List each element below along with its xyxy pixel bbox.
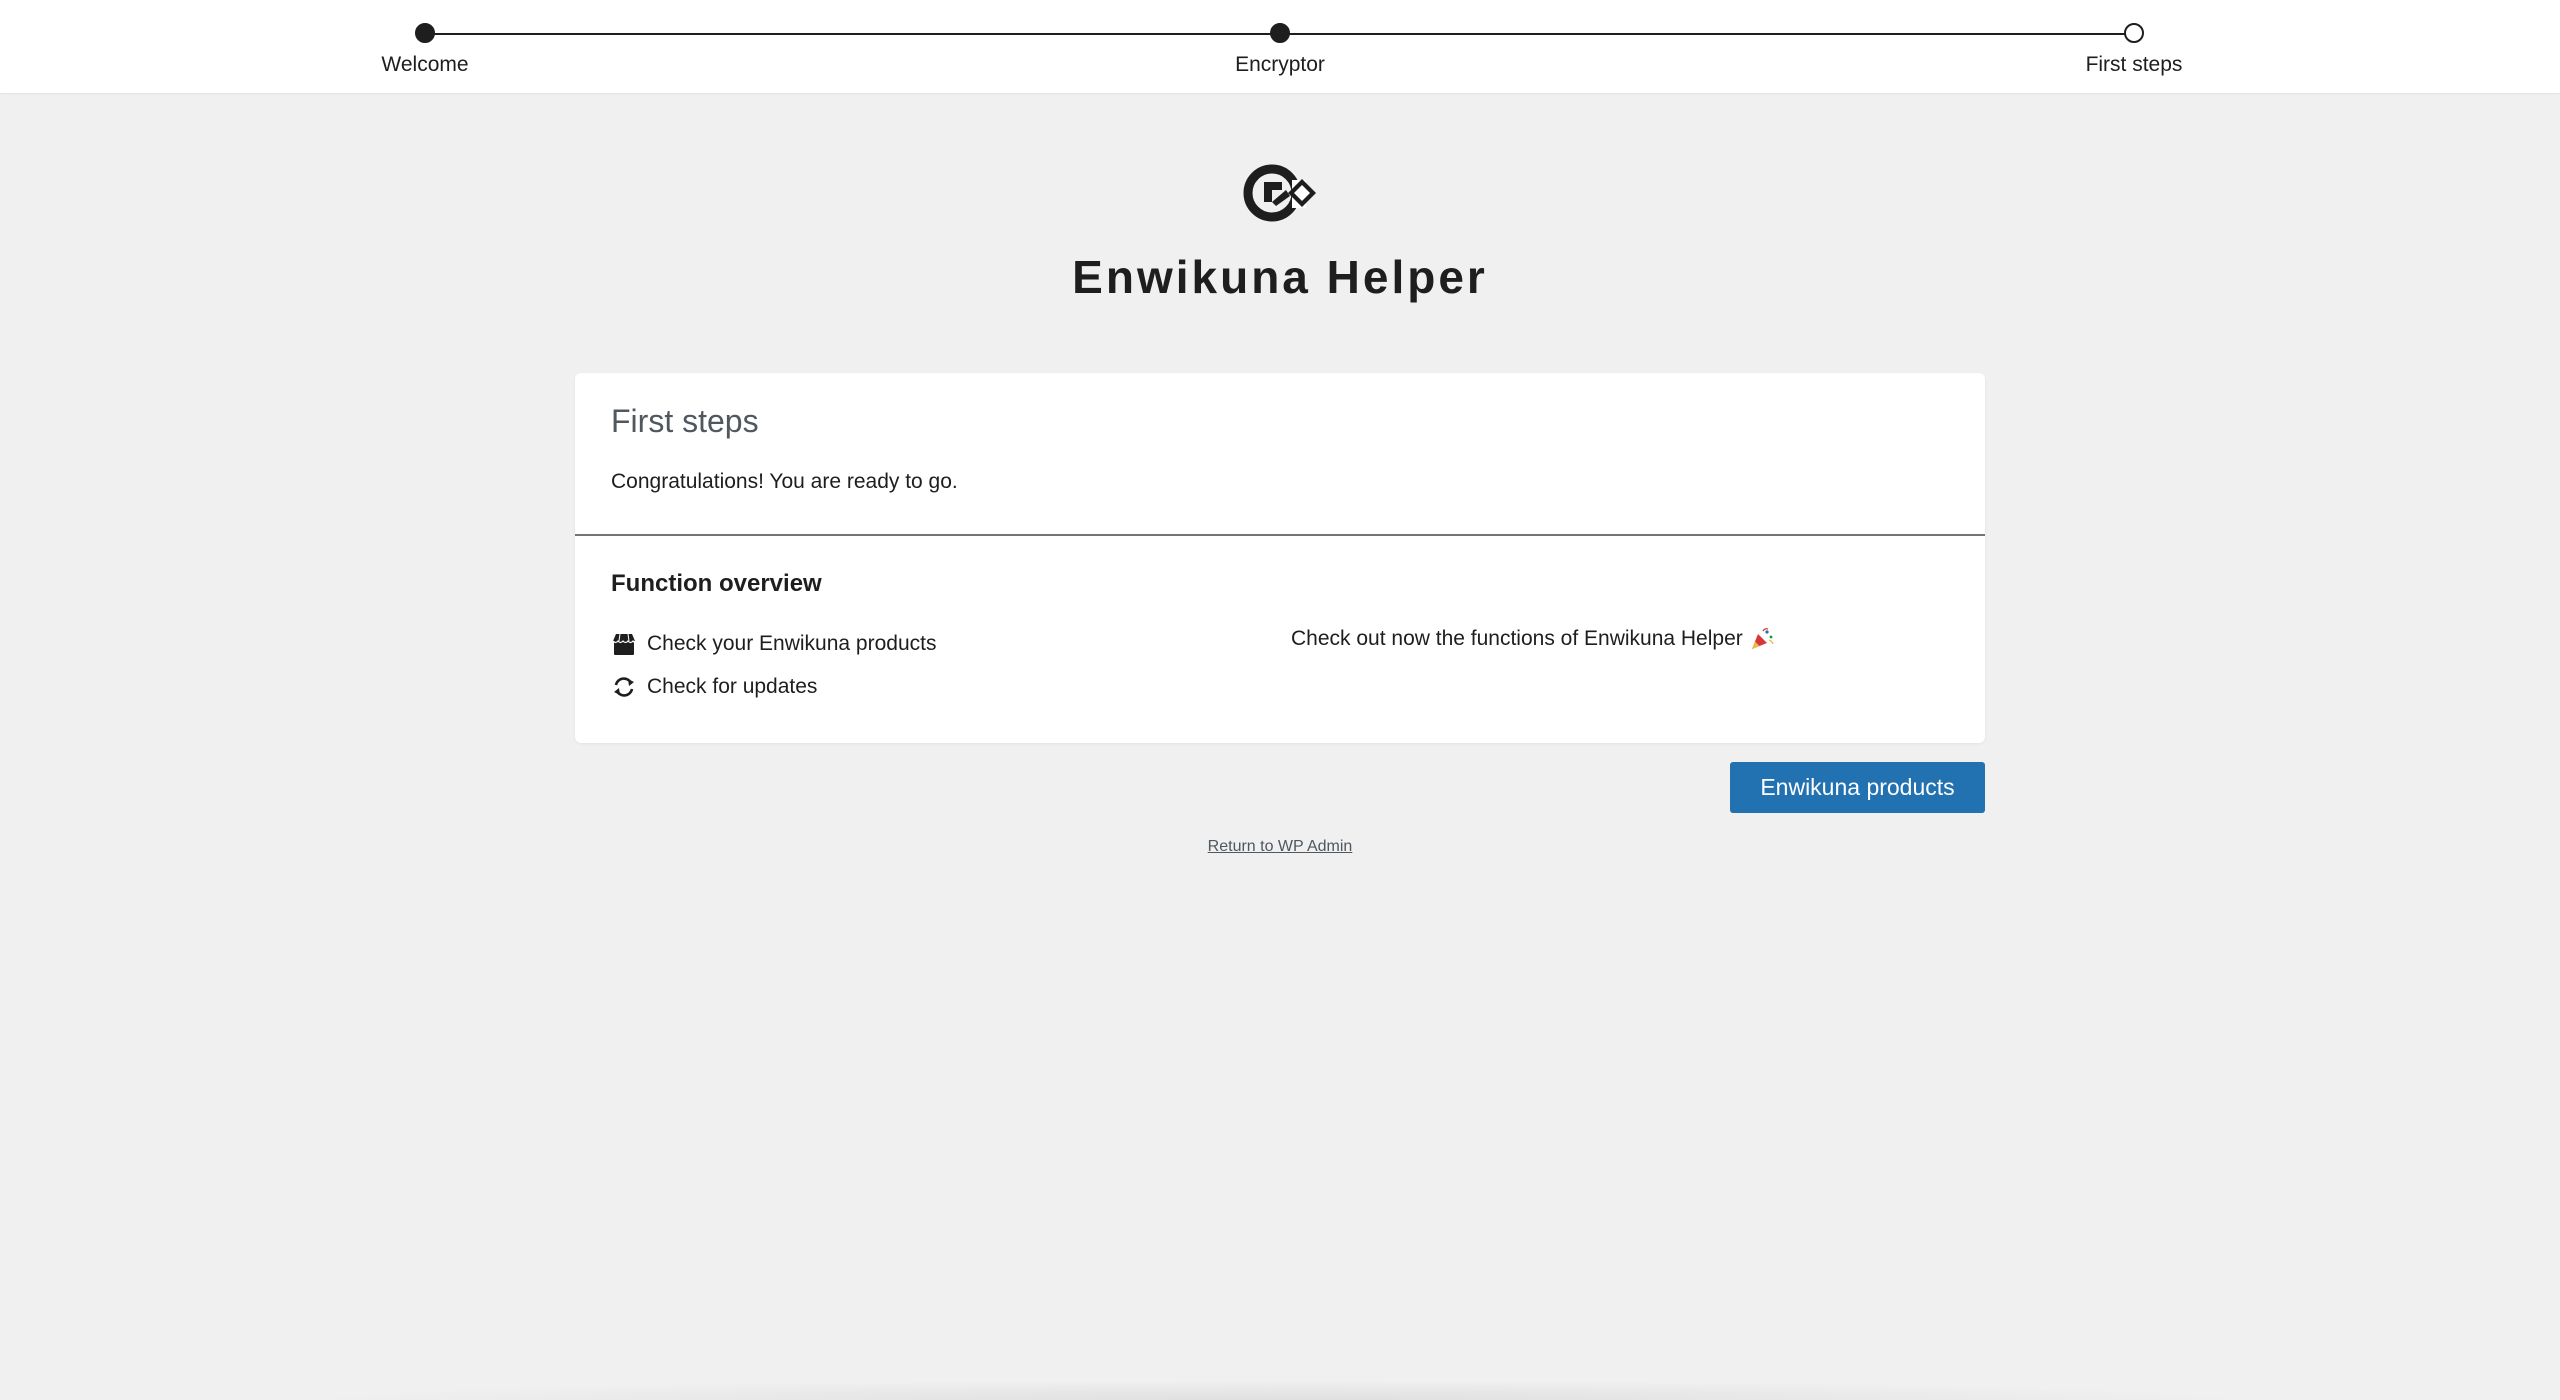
party-popper-icon (1749, 626, 1775, 652)
card-title: First steps (611, 403, 759, 439)
shop-icon (611, 631, 637, 657)
callout-text: Check out now the functions of Enwikuna … (1291, 627, 1743, 650)
step-dot-filled (1270, 23, 1290, 43)
bottom-shadow (280, 1380, 2280, 1400)
app-title: Enwikuna Helper (1072, 251, 1488, 303)
section-title: Function overview (611, 570, 822, 597)
enwikuna-logo-icon (1240, 160, 1320, 230)
refresh-icon (611, 674, 637, 700)
function-label: Check for updates (647, 674, 818, 698)
function-list: Check your Enwikuna products Check for u… (611, 622, 1251, 708)
functions-callout: Check out now the functions of Enwikuna … (1291, 626, 1775, 652)
first-steps-card: First steps Congratulations! You are rea… (575, 373, 1985, 743)
enwikuna-products-button[interactable]: Enwikuna products (1730, 762, 1985, 813)
step-dot-filled (415, 23, 435, 43)
card-header: First steps Congratulations! You are rea… (575, 373, 1985, 536)
step-label: Encryptor (1235, 53, 1325, 76)
function-overview: Function overview Check your Enwikuna pr… (575, 536, 1985, 708)
step-dot-open (2124, 23, 2144, 43)
function-label: Check your Enwikuna products (647, 631, 937, 655)
card-description: Congratulations! You are ready to go. (611, 470, 958, 493)
step-label: Welcome (381, 53, 469, 76)
step-encryptor[interactable]: Encryptor (1180, 23, 1380, 77)
list-item: Check for updates (611, 665, 1251, 708)
step-first-steps[interactable]: First steps (2034, 23, 2234, 77)
list-item: Check your Enwikuna products (611, 622, 1251, 665)
step-welcome[interactable]: Welcome (325, 23, 525, 77)
setup-stepper: Welcome Encryptor First steps (0, 0, 2560, 93)
step-label: First steps (2085, 53, 2183, 76)
return-to-wp-admin-link[interactable]: Return to WP Admin (0, 838, 2560, 856)
